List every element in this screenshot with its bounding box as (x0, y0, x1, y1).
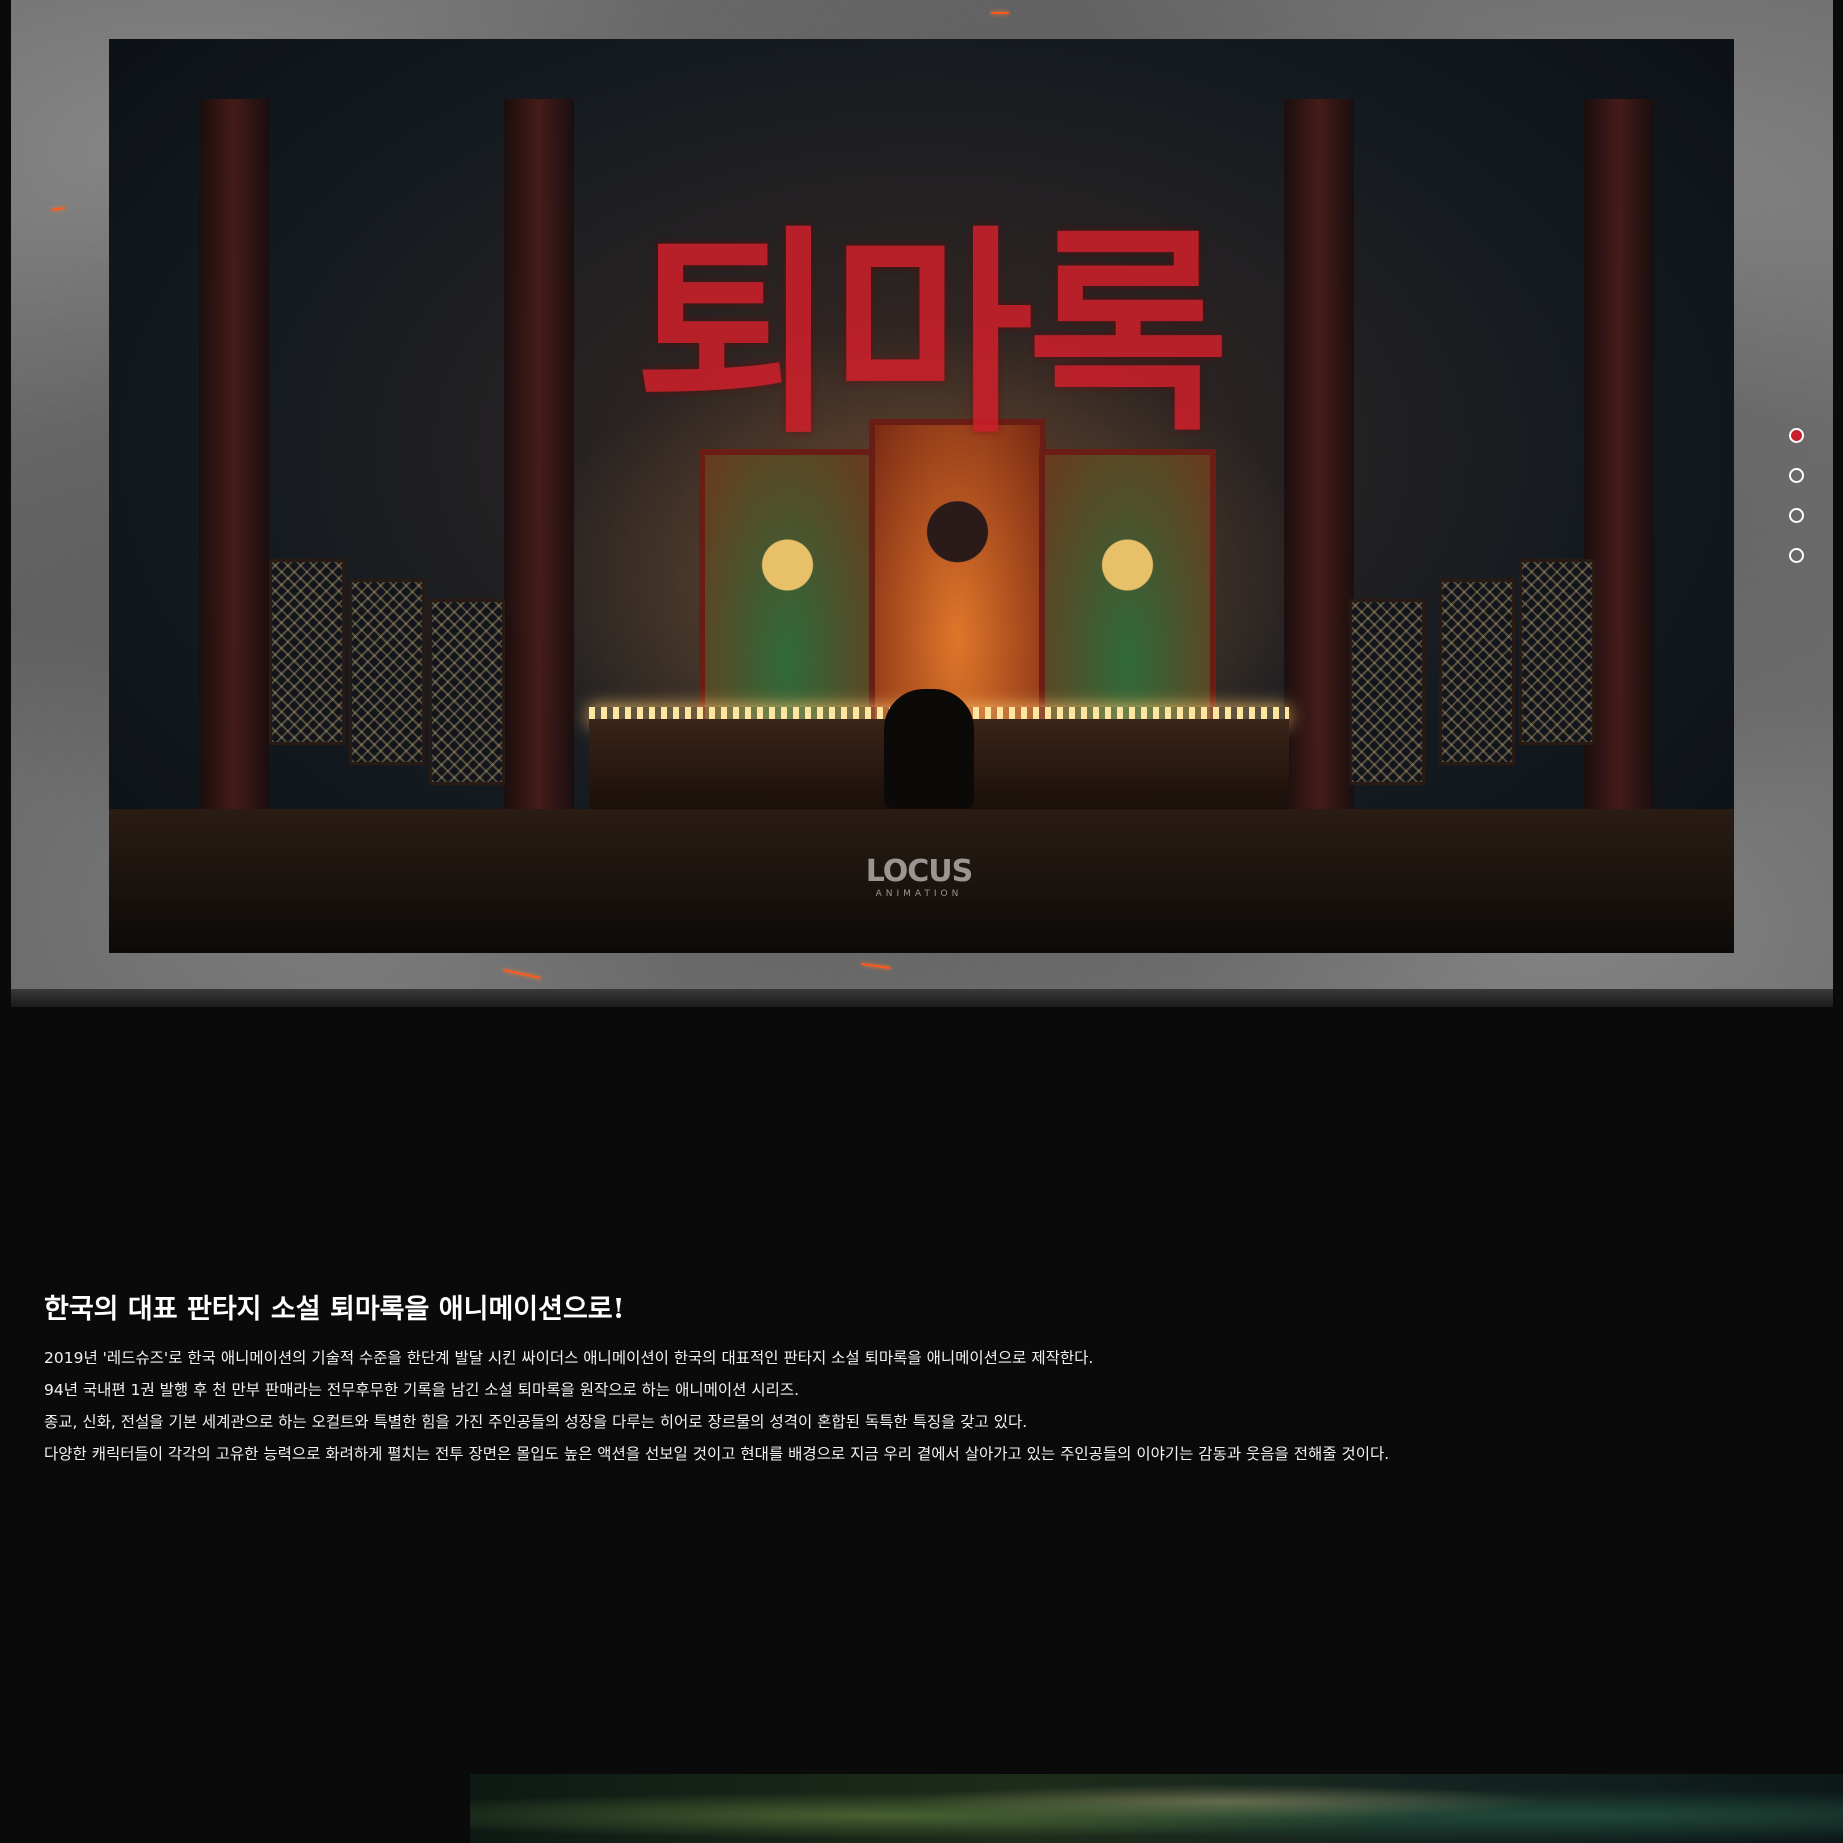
lattice-door (429, 599, 505, 785)
studio-logo-name: LOCUS (865, 854, 974, 889)
temple-pillar (1284, 99, 1354, 859)
ember-decoration (861, 962, 891, 970)
ember-decoration (503, 969, 541, 979)
temple-pillar (1584, 99, 1654, 859)
intro-paragraph-line: 다양한 캐릭터들이 각각의 고유한 능력으로 화려하게 펼치는 전투 장면은 몰… (44, 1445, 1390, 1463)
pagination-dot-3[interactable] (1789, 508, 1804, 523)
hero-key-visual: 퇴마록 LOCUS ANIMATION (109, 39, 1734, 953)
buddhist-painting-center (869, 419, 1046, 736)
lattice-door (1439, 579, 1515, 765)
lattice-door (349, 579, 425, 765)
intro-title: 한국의 대표 판타지 소설 퇴마록을 애니메이션으로! (44, 1294, 625, 1325)
hero-section: 퇴마록 LOCUS ANIMATION (11, 0, 1833, 1007)
lattice-door (1519, 559, 1595, 745)
ember-decoration (991, 12, 1009, 14)
pagination-dot-2[interactable] (1789, 468, 1804, 483)
intro-section: 한국의 대표 판타지 소설 퇴마록을 애니메이션으로! 2019년 '레드슈즈'… (44, 1287, 1744, 1470)
page: 퇴마록 LOCUS ANIMATION 한국의 대표 판타지 소설 퇴마록을 애… (0, 0, 1843, 1843)
lattice-door (1349, 599, 1425, 785)
buddhist-painting-left (699, 449, 876, 736)
pagination-dot-1[interactable] (1789, 428, 1804, 443)
ember-decoration (671, 1002, 687, 1004)
next-section-image (470, 1774, 1843, 1843)
intro-paragraph-line: 94년 국내편 1권 발행 후 천 만부 판매라는 전무후무한 기록을 남긴 소… (44, 1381, 800, 1399)
temple-pillar (199, 99, 269, 859)
buddhist-painting-right (1039, 449, 1216, 736)
slide-pagination (1789, 428, 1805, 588)
studio-logo: LOCUS ANIMATION (854, 854, 984, 900)
title-logo: 퇴마록 (634, 204, 1229, 463)
kneeling-figure (884, 689, 974, 809)
intro-paragraph-line: 종교, 신화, 전설을 기본 세계관으로 하는 오컬트와 특별한 힘을 가진 주… (44, 1413, 1028, 1431)
studio-logo-sub: ANIMATION (875, 889, 963, 899)
temple-pillar (504, 99, 574, 859)
intro-paragraph-line: 2019년 '레드슈즈'로 한국 애니메이션의 기술적 수준을 한단계 발달 시… (44, 1349, 1094, 1367)
pagination-dot-4[interactable] (1789, 548, 1804, 563)
ember-decoration (50, 206, 66, 212)
lattice-door (269, 559, 345, 745)
